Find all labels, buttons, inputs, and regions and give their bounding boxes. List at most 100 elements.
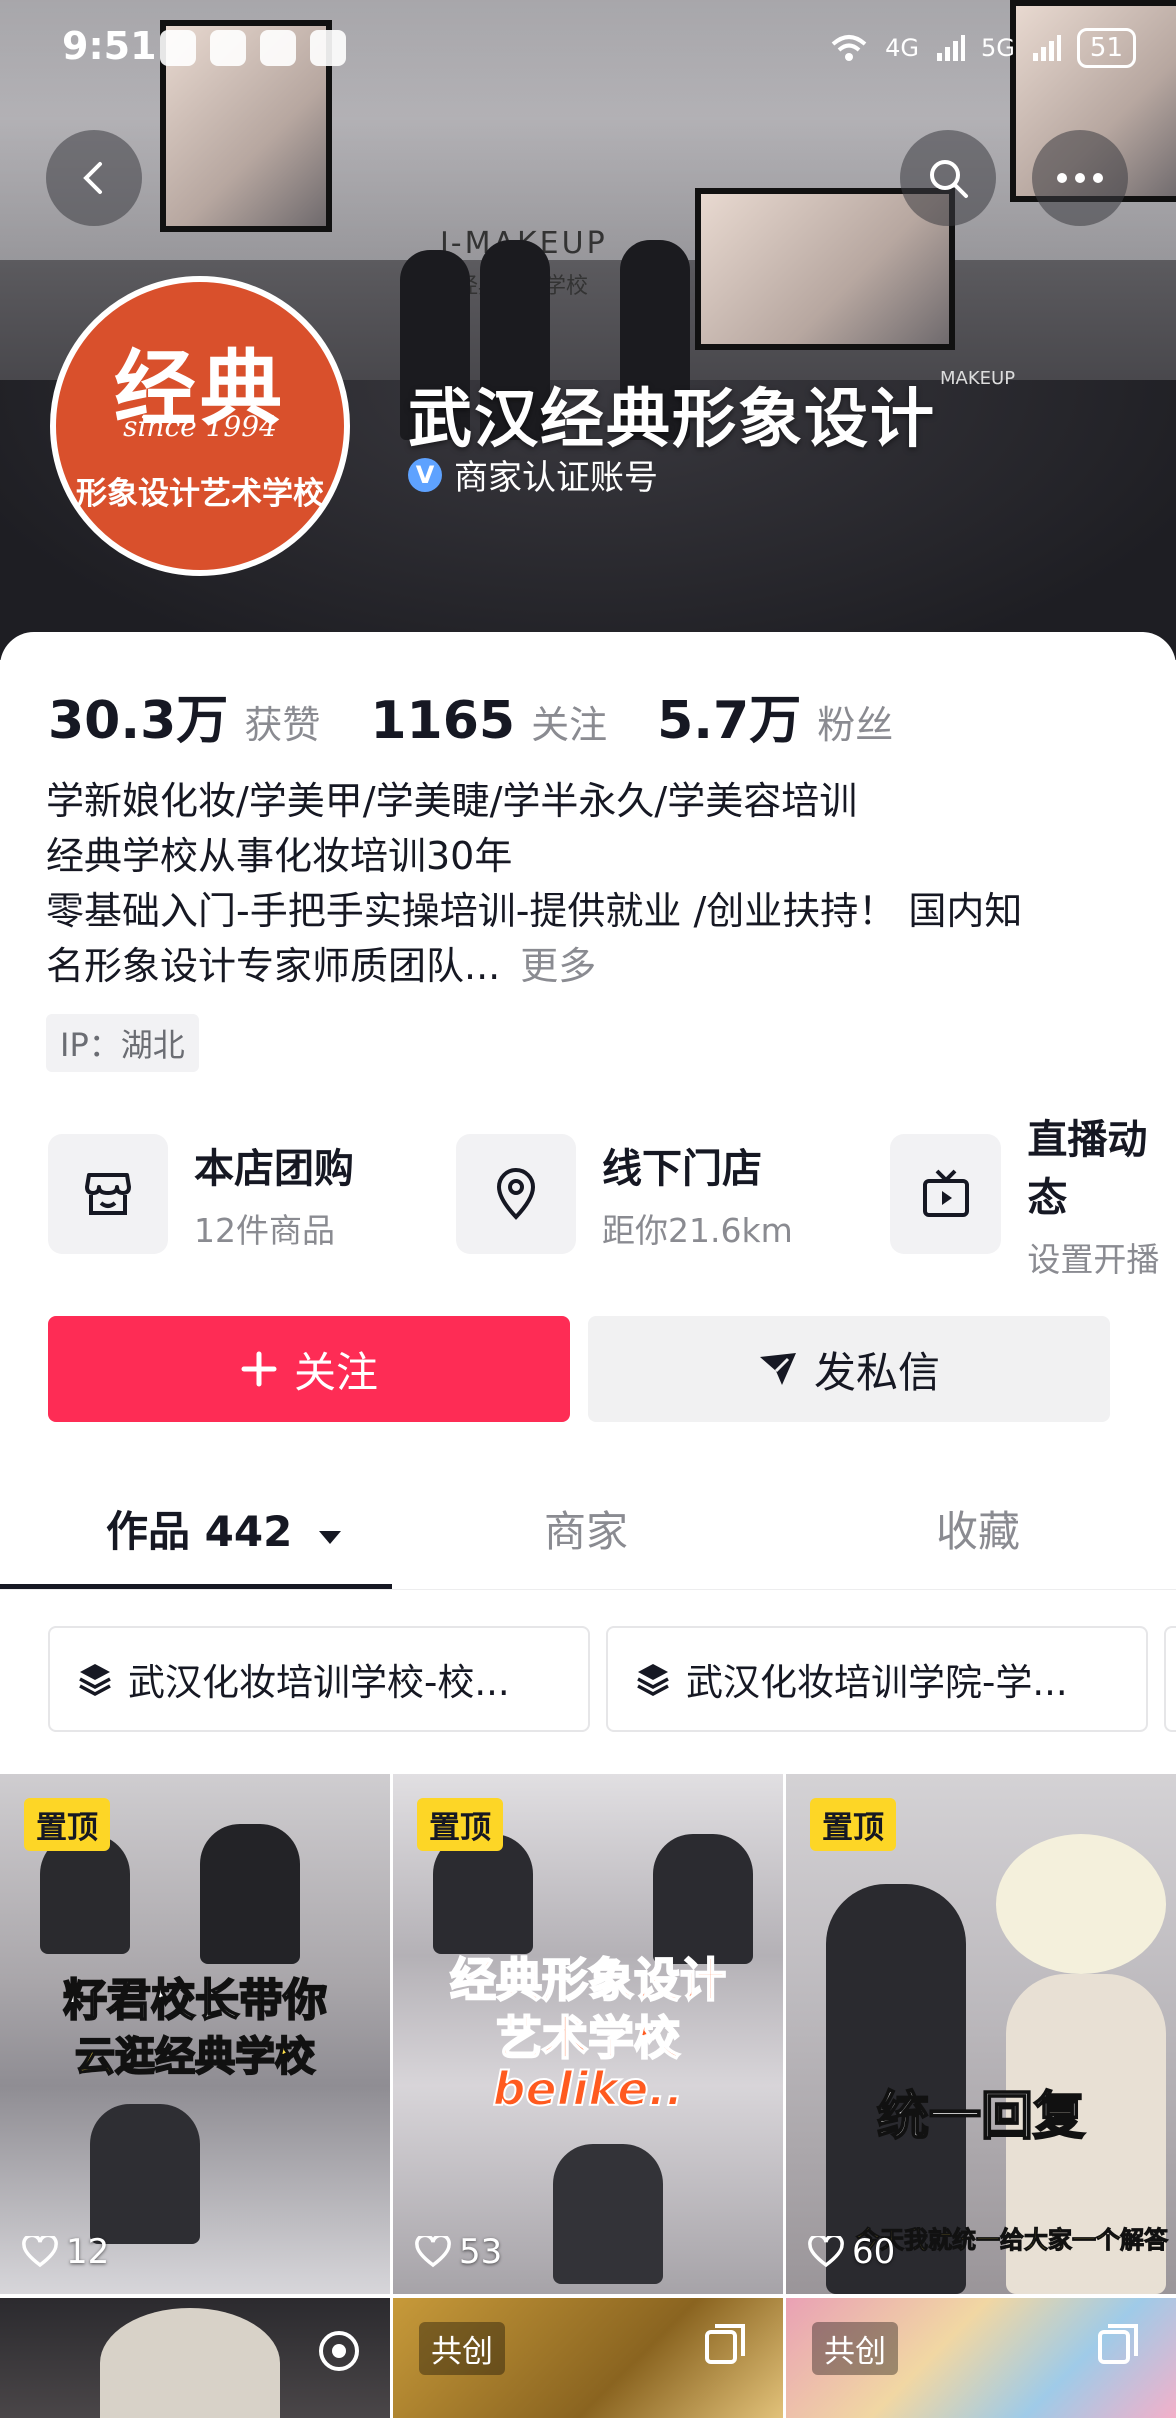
alarm-icon: [310, 30, 346, 66]
status-notification-icons: [160, 30, 346, 66]
location-pin-icon: [496, 1168, 536, 1220]
heart-icon: [415, 2236, 451, 2268]
signal-4g-label: 4G: [885, 34, 920, 62]
banner-screen-label: MAKEUP: [940, 368, 1016, 389]
tv-icon: [922, 1169, 969, 1217]
service-group-buy[interactable]: 本店团购 12件商品: [48, 1134, 354, 1254]
ip-location-badge: IP：湖北: [46, 1014, 199, 1072]
signal-bars-icon: [1032, 35, 1061, 61]
video-thumbnail[interactable]: 置顶 经典形象设计 艺术学校 belike.. 53: [393, 1774, 783, 2294]
thumbnail-headpiece: [996, 1834, 1166, 1974]
more-button[interactable]: [1032, 130, 1128, 226]
tv-icon-box: [890, 1134, 1002, 1254]
verified-text: 商家认证账号: [454, 458, 658, 498]
heart-icon: [22, 2236, 58, 2268]
camera-icon: [319, 2331, 359, 2371]
avatar-since: since 1994: [123, 410, 277, 443]
multi-image-icon: [705, 2324, 745, 2364]
service-offline-store[interactable]: 线下门店 距你21.6km: [456, 1134, 793, 1254]
profile-stats: 30.3万 获赞 1165 关注 5.7万 粉丝: [48, 678, 943, 753]
avatar[interactable]: 经典 since 1994 形象设计艺术学校: [50, 276, 350, 576]
verified-label: V 商家认证账号: [408, 450, 658, 499]
bio-more-link[interactable]: 更多: [520, 944, 596, 988]
search-button[interactable]: [900, 130, 996, 226]
collection-label: 武汉化妆培训学校-校...: [128, 1661, 510, 1704]
video-caption: 艺术学校: [495, 2010, 681, 2066]
video-caption: 籽君校长带你: [62, 1974, 328, 2027]
collection-chip[interactable]: 武汉化妆培训学院-学...: [606, 1626, 1148, 1732]
multi-image-icon: [1098, 2324, 1138, 2364]
pinned-badge: 置顶: [810, 1798, 896, 1851]
status-right: 4G 5G 51: [829, 28, 1136, 68]
stat-followers-label[interactable]: 粉丝: [817, 694, 893, 749]
video-thumbnail[interactable]: 置顶 籽君校长带你 云逛经典学校 12: [0, 1774, 390, 2294]
video-thumbnail[interactable]: 共创: [786, 2298, 1176, 2418]
service-subtitle: 设置开播: [1027, 1240, 1160, 1279]
tab-divider: [0, 1589, 1176, 1590]
app-notification-icon: [210, 30, 246, 66]
thumbnail-figure: [40, 1834, 130, 1954]
status-time: 9:51: [62, 24, 157, 68]
pinned-badge: 置顶: [24, 1798, 110, 1851]
battery-icon: 51: [1076, 28, 1136, 68]
video-caption: 今天我就统一给大家一个解答: [856, 2226, 1169, 2255]
back-button[interactable]: [46, 130, 142, 226]
video-thumbnail[interactable]: 共创: [393, 2298, 783, 2418]
bio-line: 名形象设计专家师质团队... 更多: [46, 939, 1136, 994]
collection-chip-partial[interactable]: [1164, 1626, 1176, 1732]
video-caption: 经典形象设计: [449, 1952, 727, 2008]
like-count: 60: [852, 2232, 896, 2272]
video-caption: 云逛经典学校: [74, 2033, 316, 2081]
thumbnail-figure: [200, 1824, 300, 1964]
caret-down-icon: [318, 1531, 341, 1544]
like-count: 53: [459, 2232, 503, 2272]
bio-line: 经典学校从事化妆培训30年: [46, 834, 513, 878]
stat-followers-value[interactable]: 5.7万: [657, 678, 801, 753]
avatar-school: 形象设计艺术学校: [76, 476, 324, 512]
bio-line: 学新娘化妆/学美甲/学美睫/学半永久/学美容培训: [46, 779, 858, 823]
service-title: 线下门店: [602, 1146, 762, 1192]
tab-label: 作品 442: [106, 1507, 293, 1556]
profile-bio[interactable]: 学新娘化妆/学美甲/学美睫/学半永久/学美容培训 经典学校从事化妆培训30年 零…: [46, 774, 1136, 994]
video-likes: 60: [808, 2232, 895, 2272]
heart-icon: [808, 2236, 844, 2268]
signal-5g-label: 5G: [981, 34, 1015, 62]
service-subtitle: 距你21.6km: [602, 1211, 793, 1250]
service-live[interactable]: 直播动态 设置开播: [890, 1117, 1176, 1279]
co-creation-badge: 共创: [419, 2322, 505, 2375]
video-likes: 53: [415, 2232, 502, 2272]
collection-chip[interactable]: 武汉化妆培训学校-校...: [48, 1626, 590, 1732]
like-count: 12: [66, 2232, 110, 2272]
follow-label: 关注: [293, 1347, 378, 1397]
video-thumbnail[interactable]: [0, 2298, 390, 2418]
verified-badge-icon: V: [408, 457, 442, 492]
video-thumbnail[interactable]: 置顶 统一回复 今天我就统一给大家一个解答 60: [786, 1774, 1176, 2294]
layers-icon: [637, 1664, 669, 1696]
tab-works[interactable]: 作品 442: [106, 1498, 343, 1559]
stat-likes-value: 30.3万: [48, 691, 229, 751]
search-icon: [930, 160, 968, 198]
more-dots-icon: [1057, 173, 1103, 183]
shop-icon-box: [48, 1134, 168, 1254]
app-notification-icon: [260, 30, 296, 66]
tab-favorites[interactable]: 收藏: [936, 1498, 1020, 1559]
bio-line-text: 名形象设计专家师质团队...: [46, 944, 501, 988]
profile-name: 武汉经典形象设计: [408, 383, 936, 457]
pinned-badge: 置顶: [417, 1798, 503, 1851]
thumbnail-figure: [90, 2104, 200, 2244]
shop-icon: [85, 1173, 131, 1215]
stat-likes-label: 获赞: [244, 703, 321, 747]
thumbnail-figure: [553, 2144, 663, 2284]
service-title: 本店团购: [194, 1146, 354, 1192]
message-button[interactable]: 发私信: [588, 1316, 1110, 1422]
app-notification-icon: [160, 30, 196, 66]
service-title: 直播动态: [1027, 1117, 1148, 1221]
stat-following-value[interactable]: 1165: [370, 691, 515, 751]
follow-button[interactable]: 关注: [48, 1316, 570, 1422]
send-icon: [759, 1353, 796, 1385]
video-caption: belike..: [492, 2061, 685, 2117]
thumbnail-figure: [433, 1834, 533, 1954]
tab-merchant[interactable]: 商家: [544, 1498, 628, 1559]
chevron-left-icon: [83, 162, 102, 194]
stat-following-label[interactable]: 关注: [531, 694, 607, 749]
